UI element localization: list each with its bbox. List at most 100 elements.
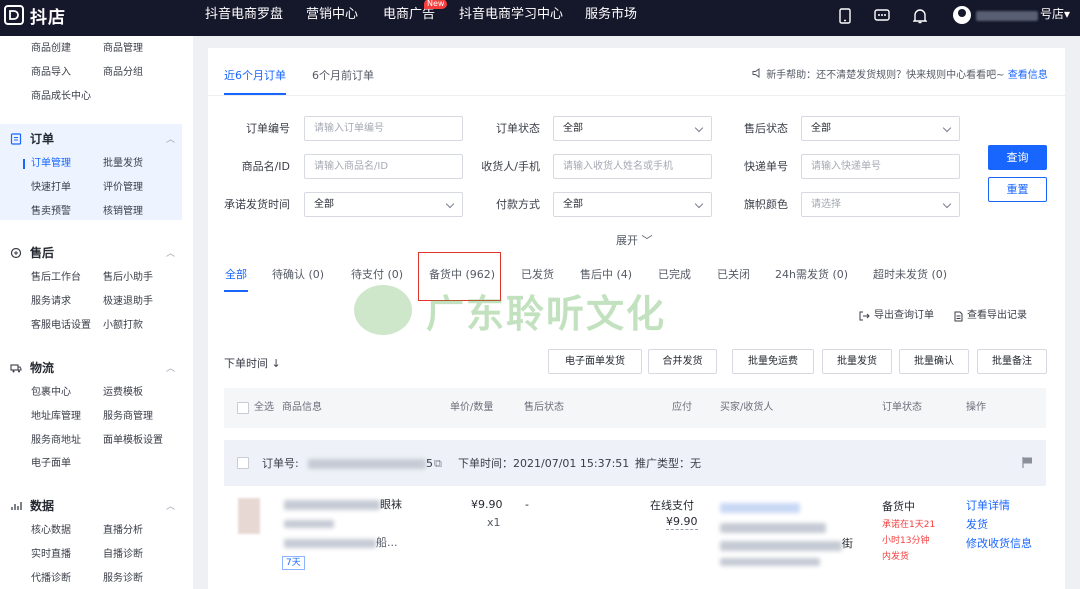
receiver-input[interactable]: 请输入收货人姓名或手机 [553, 154, 712, 179]
copy-icon[interactable]: ⧉ [434, 457, 442, 471]
product-thumbnail[interactable] [238, 498, 260, 534]
sidebar-item-order-manage[interactable]: 订单管理 [31, 157, 71, 171]
batch-ship-button[interactable]: 批量发货 [822, 349, 892, 374]
sidebar-item-product-import[interactable]: 商品导入 [31, 66, 71, 80]
nav-service-market[interactable]: 服务市场 [585, 0, 637, 36]
select-value: 全部 [811, 123, 831, 134]
status-tab-overdue[interactable]: 超时未发货 (0) [873, 267, 947, 283]
sidebar-item-service-diagnose[interactable]: 服务诊断 [103, 572, 143, 586]
status-tab-pending-confirm[interactable]: 待确认 (0) [272, 267, 324, 283]
e-waybill-ship-button[interactable]: 电子面单发货 [548, 349, 642, 374]
order-status-select[interactable]: 全部 [553, 116, 712, 141]
promise-time-select[interactable]: 全部 [304, 192, 463, 217]
bell-icon[interactable] [911, 7, 929, 25]
sidebar-item-aftersale-helper[interactable]: 售后小助手 [103, 271, 153, 285]
flag-icon[interactable] [1022, 456, 1033, 468]
nav-marketing[interactable]: 营销中心 [306, 0, 358, 36]
product-name-tail[interactable]: 眼袜 [380, 498, 402, 512]
sidebar-item-agent-diagnose[interactable]: 代播诊断 [31, 572, 71, 586]
chevron-up-icon[interactable]: ︿ [166, 499, 175, 512]
message-icon[interactable] [873, 7, 891, 25]
merge-ship-button[interactable]: 合并发货 [648, 349, 717, 374]
sidebar-item-phone-settings[interactable]: 客服电话设置 [31, 319, 91, 333]
status-tab-all[interactable]: 全部 [225, 267, 247, 283]
sidebar-item-review[interactable]: 评价管理 [103, 181, 143, 195]
store-name-redacted [976, 11, 1038, 21]
sidebar-item-service-request[interactable]: 服务请求 [31, 295, 71, 309]
order-number-redacted [308, 459, 426, 469]
query-button[interactable]: 查询 [988, 145, 1047, 170]
sidebar-item-fast-refund[interactable]: 极速退助手 [103, 295, 153, 309]
export-orders-link[interactable]: 导出查询订单 [859, 309, 934, 323]
sort-by-time[interactable]: 下单时间 ↓ [224, 355, 281, 371]
tracking-no-input[interactable]: 请输入快递单号 [801, 154, 960, 179]
payment-select[interactable]: 全部 [553, 192, 712, 217]
chevron-up-icon[interactable]: ︿ [166, 132, 175, 145]
sidebar-item-quick-print[interactable]: 快速打单 [31, 181, 71, 195]
avatar-icon[interactable] [953, 6, 971, 24]
sidebar-item-provider-manage[interactable]: 服务商管理 [103, 410, 153, 424]
aftersale-status-select[interactable]: 全部 [801, 116, 960, 141]
reset-button[interactable]: 重置 [988, 177, 1047, 202]
sidebar-item-product-create[interactable]: 商品创建 [31, 42, 71, 56]
flag-color-select[interactable]: 请选择 [801, 192, 960, 217]
sidebar-item-core-data[interactable]: 核心数据 [31, 524, 71, 538]
sidebar-item-batch-ship[interactable]: 批量发货 [103, 157, 143, 171]
sidebar-group-logistics[interactable]: 物流 [10, 360, 54, 376]
sidebar-item-sale-alert[interactable]: 售卖预警 [31, 205, 71, 219]
order-no-input[interactable]: 请输入订单编号 [304, 116, 463, 141]
sidebar-item-self-diagnose[interactable]: 自播诊断 [103, 548, 143, 562]
expand-toggle[interactable]: 展开 ﹀ [616, 232, 653, 248]
select-all-checkbox[interactable] [237, 402, 249, 414]
product-input[interactable]: 请输入商品名/ID [304, 154, 463, 179]
filter-label-tracking-no: 快递单号 [744, 160, 788, 173]
help-link[interactable]: 查看信息 [1008, 70, 1048, 81]
order-detail-link[interactable]: 订单详情 [966, 499, 1010, 513]
store-menu[interactable]: 号店▾ [1040, 0, 1070, 28]
buyer-name-redacted[interactable] [720, 503, 800, 513]
batch-confirm-button[interactable]: 批量确认 [899, 349, 969, 374]
sidebar-group-aftersale[interactable]: 售后 [10, 245, 54, 261]
order-checkbox[interactable] [237, 457, 249, 469]
sidebar-group-data[interactable]: 数据 [10, 498, 54, 514]
sidebar-item-product-group[interactable]: 商品分组 [103, 66, 143, 80]
product-name-redacted [284, 500, 380, 510]
order-header-row: 订单号: 5 ⧉ 下单时间：2021/07/01 15:37:51 推广类型：无 [224, 440, 1046, 486]
sidebar-item-aftersale-desk[interactable]: 售后工作台 [31, 271, 81, 285]
quantity: x1 [487, 516, 501, 529]
ship-link[interactable]: 发货 [966, 518, 988, 532]
sidebar-item-small-payment[interactable]: 小额打款 [103, 319, 143, 333]
nav-compass[interactable]: 抖音电商罗盘 [205, 0, 283, 36]
batch-remark-button[interactable]: 批量备注 [977, 349, 1047, 374]
sidebar-item-waybill-template[interactable]: 面单模板设置 [103, 434, 163, 448]
active-indicator [23, 159, 25, 169]
view-export-records-link[interactable]: 查看导出记录 [954, 309, 1027, 323]
sidebar-item-e-waybill[interactable]: 电子面单 [31, 457, 71, 471]
sidebar-item-package-center[interactable]: 包裹中心 [31, 386, 71, 400]
sidebar-item-verify[interactable]: 核销管理 [103, 205, 143, 219]
sidebar-item-realtime-live[interactable]: 实时直播 [31, 548, 71, 562]
tab-recent-6-months[interactable]: 近6个月订单 [224, 68, 286, 84]
return-days-tag: 7天 [282, 556, 305, 570]
filter-label-flag-color: 旗帜颜色 [744, 198, 788, 211]
sidebar-item-product-growth[interactable]: 商品成长中心 [31, 90, 91, 104]
brand-logo[interactable]: 抖店 [4, 3, 66, 28]
sidebar-group-order[interactable]: 订单 [10, 131, 54, 147]
sidebar-item-address-library[interactable]: 地址库管理 [31, 410, 81, 424]
th-ops: 操作 [966, 402, 986, 413]
chevron-down-icon [694, 123, 704, 133]
chevron-up-icon[interactable]: ︿ [166, 361, 175, 374]
tab-older-6-months[interactable]: 6个月前订单 [312, 68, 374, 84]
sidebar-item-freight-template[interactable]: 运费模板 [103, 386, 143, 400]
edit-address-link[interactable]: 修改收货信息 [966, 537, 1032, 551]
export-orders-label: 导出查询订单 [874, 310, 934, 321]
sidebar-item-product-manage[interactable]: 商品管理 [103, 42, 143, 56]
sidebar-item-live-analysis[interactable]: 直播分析 [103, 524, 143, 538]
sidebar-item-provider-address[interactable]: 服务商地址 [31, 434, 81, 448]
status-tab-24h[interactable]: 24h需发货 (0) [775, 267, 848, 283]
chevron-up-icon[interactable]: ︿ [166, 246, 175, 259]
batch-free-shipping-button[interactable]: 批量免运费 [732, 349, 814, 374]
phone-icon[interactable] [836, 7, 854, 25]
nav-learning-center[interactable]: 抖音电商学习中心 [459, 0, 563, 36]
brand-name: 抖店 [30, 7, 66, 28]
